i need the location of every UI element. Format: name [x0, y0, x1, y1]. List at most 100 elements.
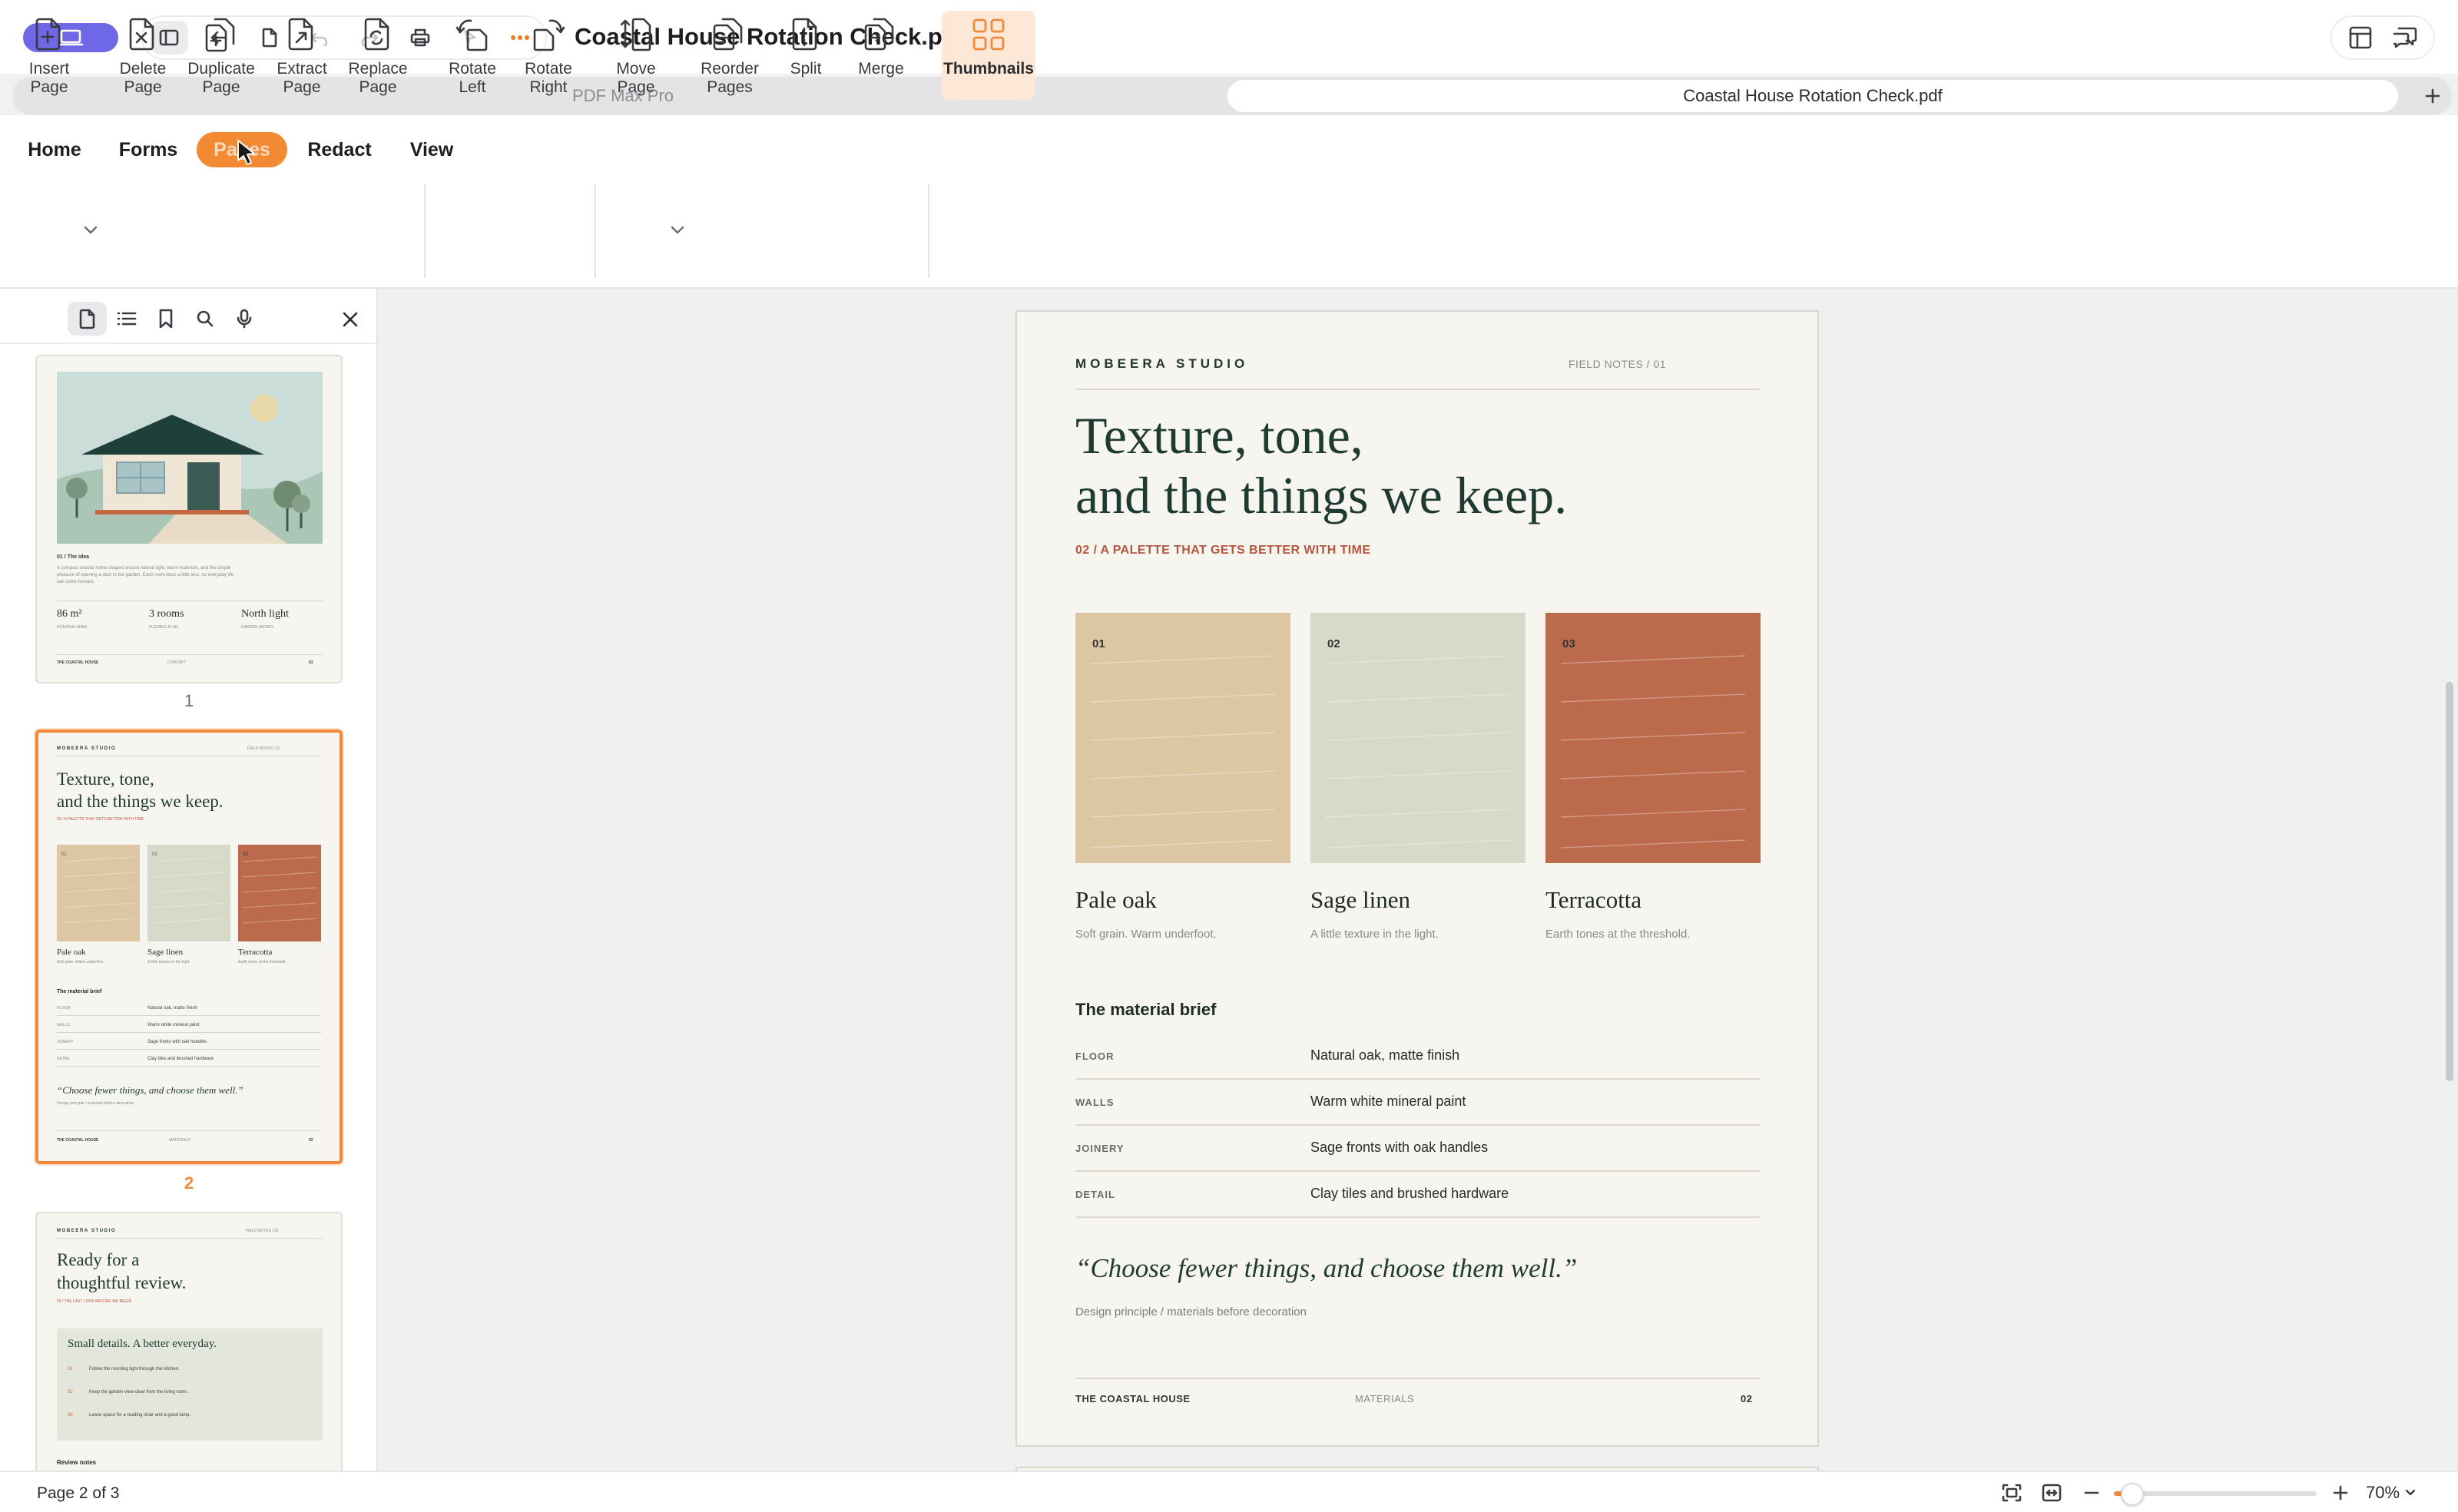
thumb1-stat-3-label: GARDEN FACING: [241, 625, 273, 630]
reorder-pages-button[interactable]: Reorder Pages: [694, 11, 765, 100]
thumb3-headline-line1: Ready for a: [57, 1250, 140, 1269]
microphone-icon: [237, 309, 252, 329]
thumb2-swatches: 01 02 03: [57, 845, 321, 941]
merge-button[interactable]: Merge: [854, 11, 908, 100]
page-thumbnail-3[interactable]: MOBEERA STUDIO FIELD NOTES / 03 Ready fo…: [35, 1212, 343, 1471]
page-headline-line1: Texture, tone,: [1075, 406, 1363, 465]
document-canvas[interactable]: MOBEERA STUDIO FIELD NOTES / 01 Texture,…: [378, 289, 2458, 1471]
duplicate-page-button[interactable]: Duplicate Page: [184, 11, 258, 100]
fit-width-button[interactable]: [2039, 1480, 2065, 1506]
zoom-in-button[interactable]: [2327, 1480, 2354, 1506]
brief-value-walls: Warm white mineral paint: [1310, 1093, 1466, 1109]
thumb1-stat-2-label: FLEXIBLE PLAN: [149, 625, 178, 630]
thumb2-brief-2-key: WALLS: [57, 1023, 70, 1027]
rotate-left-button[interactable]: Rotate Left: [442, 11, 502, 100]
page-thumbnails-tab[interactable]: [68, 302, 108, 336]
delete-page-icon: [129, 18, 154, 51]
thumb2-headline-line2: and the things we keep.: [57, 792, 224, 811]
chevron-down-icon[interactable]: [83, 224, 98, 235]
insert-page-button[interactable]: Insert Page: [18, 11, 80, 100]
thumbnail-number-1: 1: [184, 691, 194, 710]
thumbnails-icon: [972, 18, 1005, 51]
merge-label: Merge: [858, 60, 904, 78]
swatch-3-name: Terracotta: [1545, 886, 1642, 913]
page-footer-left: THE COASTAL HOUSE: [1075, 1393, 1191, 1404]
thumb3-item-3-num: 03: [68, 1413, 73, 1418]
replace-page-label: Replace Page: [348, 60, 408, 96]
material-brief-title: The material brief: [1075, 1000, 1217, 1019]
page-header-rule: [1075, 389, 1761, 390]
thumb3-item-2-text: Keep the garden view clear from the livi…: [89, 1390, 188, 1395]
plus-icon: [2425, 88, 2440, 104]
swatch-texture: [1090, 655, 1276, 849]
thumb2-swatch-2-name: Sage linen: [147, 948, 184, 957]
menu-redact[interactable]: Redact: [301, 132, 378, 167]
ribbon-separator: [928, 184, 929, 278]
sidebar-divider: [0, 342, 376, 344]
search-tab[interactable]: [186, 302, 225, 336]
outline-tab[interactable]: [107, 302, 146, 336]
minus-icon: [2084, 1491, 2099, 1494]
move-page-button[interactable]: Move Page: [607, 11, 665, 100]
comments-button[interactable]: [2392, 25, 2418, 50]
thumb3-fieldnotes: FIELD NOTES / 03: [246, 1229, 279, 1233]
page-quote-sub: Design principle / materials before deco…: [1075, 1305, 1307, 1318]
zoom-level-dropdown[interactable]: 70%: [2366, 1483, 2417, 1503]
extract-page-label: Extract Page: [277, 60, 327, 96]
page-thumbnail-2[interactable]: MOBEERA STUDIO FIELD NOTES / 01 Texture,…: [35, 730, 343, 1164]
thumb2-brief-4-key: DETAIL: [57, 1057, 71, 1061]
menu-home[interactable]: Home: [22, 132, 88, 167]
extract-page-button[interactable]: Extract Page: [269, 11, 335, 100]
fit-page-button[interactable]: [1999, 1480, 2025, 1506]
thumb3-item-1-num: 01: [68, 1367, 73, 1371]
rotate-right-button[interactable]: Rotate Right: [518, 11, 579, 100]
thumb2-swatch-3-name: Terracotta: [238, 948, 273, 957]
page-thumbnail-1[interactable]: 01 / The idea A compact coastal home sha…: [35, 355, 343, 683]
bookmarks-tab[interactable]: [146, 302, 185, 336]
thumb3-headline: Ready for a thoughtful review.: [57, 1249, 186, 1295]
layout-button[interactable]: [2348, 25, 2373, 50]
brief-value-detail: Clay tiles and brushed hardware: [1310, 1186, 1509, 1201]
menu-view[interactable]: View: [402, 132, 461, 167]
tab-coastal-house-rotation-check[interactable]: Coastal House Rotation Check.pdf: [1227, 80, 2398, 112]
swatch-2-desc: A little texture in the light.: [1310, 928, 1439, 941]
chevron-down-icon[interactable]: [670, 224, 685, 235]
thumbnails-button[interactable]: Thumbnails: [942, 11, 1035, 100]
new-tab-button[interactable]: [2417, 80, 2449, 112]
page-headline-line2: and the things we keep.: [1075, 466, 1568, 524]
plus-icon: [2333, 1485, 2348, 1500]
search-icon: [197, 310, 214, 327]
split-label: Split: [790, 60, 822, 78]
thumb2-studio: MOBEERA STUDIO: [57, 746, 117, 751]
zoom-slider[interactable]: [2114, 1483, 2317, 1506]
page-studio-name: MOBEERA STUDIO: [1075, 356, 1249, 371]
thumb2-swatch-2-desc: A little texture in the light.: [147, 960, 190, 964]
thumb2-footer-right: 02: [309, 1138, 313, 1143]
thumb1-stat-1-label: INTERNAL AREA: [57, 625, 88, 630]
zoom-out-button[interactable]: [2079, 1480, 2105, 1506]
replace-page-button[interactable]: Replace Page: [343, 11, 413, 100]
thumb2-swatch-1-desc: Soft grain. Warm underfoot.: [57, 960, 104, 964]
swatch-3-desc: Earth tones at the threshold.: [1545, 928, 1691, 941]
split-button[interactable]: Split: [782, 11, 830, 100]
thumb2-brief-rule: [57, 1049, 321, 1050]
thumb1-footer-mid: CONCEPT: [167, 660, 187, 665]
brief-key-detail: DETAIL: [1075, 1189, 1115, 1200]
swatch-pale-oak: 01: [1075, 613, 1290, 863]
window-actions: [2330, 15, 2435, 60]
vertical-scrollbar[interactable]: [2446, 682, 2453, 1081]
thumb3-item-3-text: Leave space for a reading chair and a go…: [89, 1413, 191, 1418]
voice-tab[interactable]: [225, 302, 264, 336]
move-page-icon: [620, 18, 651, 51]
zoom-level-value: 70%: [2366, 1483, 2400, 1502]
close-sidebar-button[interactable]: [335, 304, 366, 335]
thumb1-body: A compact coastal home shaped around nat…: [57, 566, 234, 584]
menu-forms[interactable]: Forms: [112, 132, 184, 167]
thumb3-headline-line2: thoughtful review.: [57, 1273, 187, 1292]
zoom-slider-handle[interactable]: [2121, 1483, 2144, 1506]
thumb2-brief-rule: [57, 1066, 321, 1067]
thumb2-footer-left: THE COASTAL HOUSE: [57, 1138, 99, 1143]
brief-rule: [1075, 1216, 1761, 1218]
thumb2-swatch-1-name: Pale oak: [57, 948, 86, 957]
delete-page-button[interactable]: Delete Page: [111, 11, 175, 100]
